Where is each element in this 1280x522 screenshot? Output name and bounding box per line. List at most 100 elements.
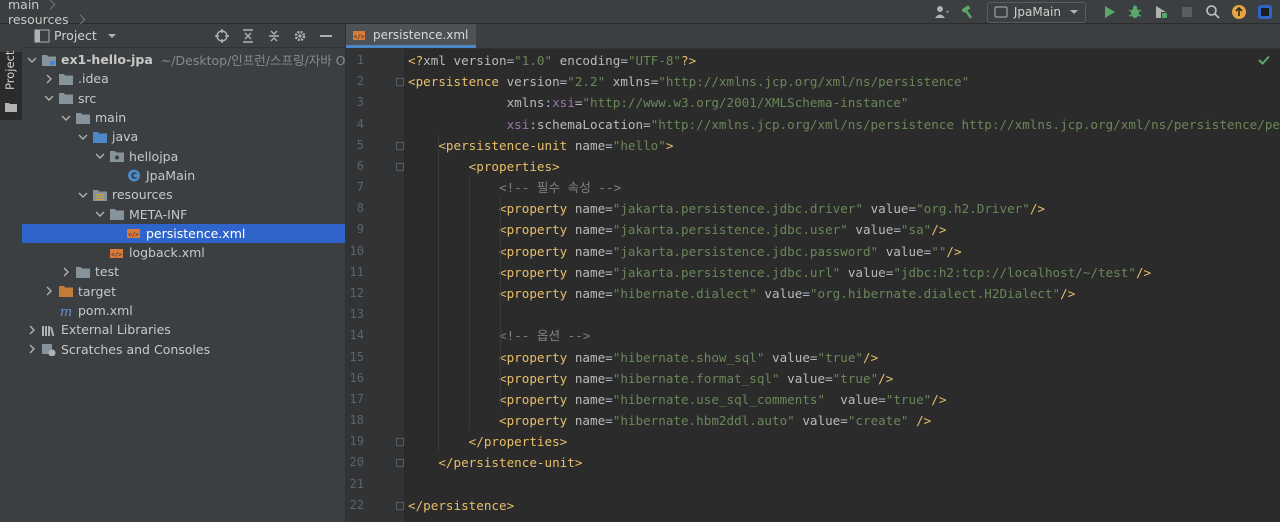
- tree-item[interactable]: src: [22, 89, 345, 108]
- tree-item[interactable]: External Libraries: [22, 320, 345, 339]
- tree-item[interactable]: java: [22, 127, 345, 146]
- code-token: =: [620, 53, 628, 68]
- fold-marker-icon[interactable]: [396, 438, 404, 447]
- collapse-all-icon[interactable]: [264, 25, 284, 47]
- ide-logo-icon[interactable]: [1254, 1, 1276, 23]
- code-line: <persistence-unit name="hello">: [408, 135, 673, 156]
- xml-file-icon: </>: [353, 30, 365, 40]
- tree-item[interactable]: </> persistence.xml: [22, 223, 345, 243]
- code-token: />: [878, 370, 894, 386]
- fold-marker-icon[interactable]: [396, 78, 404, 87]
- code-token: "create": [847, 413, 909, 429]
- code-area[interactable]: <?xml version="1.0" encoding="UTF-8"?> <p…: [404, 49, 1280, 522]
- fold-marker-icon[interactable]: [396, 162, 404, 171]
- chevron-right-icon[interactable]: [43, 285, 55, 297]
- tree-item[interactable]: C JpaMain: [22, 166, 345, 185]
- tree-item[interactable]: m pom.xml: [22, 301, 345, 320]
- build-hammer-icon[interactable]: [957, 1, 979, 23]
- inspection-ok-icon[interactable]: [1258, 55, 1270, 65]
- chevron-right-icon[interactable]: [26, 324, 38, 336]
- line-number: 22: [349, 497, 364, 512]
- chevron-down-icon[interactable]: [94, 150, 106, 162]
- code-token: "": [931, 243, 947, 259]
- search-icon[interactable]: [1202, 1, 1224, 23]
- tool-window-strip: Project: [0, 24, 23, 522]
- tree-item[interactable]: hellojpa: [22, 147, 345, 166]
- tab-persistence-xml[interactable]: </> persistence.xml: [346, 24, 477, 48]
- tree-item[interactable]: META-INF: [22, 204, 345, 223]
- line-number: 15: [349, 349, 364, 364]
- navigation-bar: ex1-hello-jpasrcmainresourcesMETA-INFper…: [0, 0, 1280, 57]
- source-folder-icon: [92, 130, 108, 144]
- code-token: />: [863, 349, 879, 365]
- code-line: xmlns:xsi="http://www.w3.org/2001/XMLSch…: [408, 92, 909, 113]
- chevron-right-icon: [45, 0, 56, 9]
- code-token: =: [643, 116, 651, 132]
- expand-all-icon[interactable]: [238, 25, 258, 47]
- debug-icon[interactable]: [1124, 1, 1146, 23]
- run-icon[interactable]: [1098, 1, 1120, 23]
- code-token: <property: [499, 285, 568, 301]
- tree-item[interactable]: target: [22, 282, 345, 301]
- chevron-down-icon[interactable]: [77, 131, 89, 143]
- chevron-right-icon[interactable]: [43, 73, 55, 85]
- code-token: <property: [499, 222, 568, 238]
- update-icon[interactable]: [1228, 1, 1250, 23]
- code-token: "hibernate.hbm2ddl.auto": [612, 413, 795, 429]
- resources-folder-icon: [92, 188, 108, 202]
- code-token: value: [878, 243, 924, 259]
- fold-marker-icon[interactable]: [396, 501, 404, 510]
- chevron-down-icon[interactable]: [77, 189, 89, 201]
- code-token: value: [756, 285, 803, 301]
- tree-item-label: target: [78, 283, 117, 299]
- code-token: encoding: [552, 53, 621, 68]
- chevron-down-icon[interactable]: [43, 92, 55, 104]
- line-number: 12: [349, 285, 364, 300]
- chevron-right-icon[interactable]: [60, 266, 72, 278]
- tree-item[interactable]: .idea: [22, 69, 345, 88]
- breadcrumb-item[interactable]: main: [0, 0, 125, 12]
- code-token: "hibernate.use_sql_comments": [612, 391, 826, 407]
- tree-item[interactable]: main: [22, 108, 345, 127]
- stop-icon[interactable]: [1176, 1, 1198, 23]
- code-token: =: [809, 349, 818, 365]
- chevron-down-icon[interactable]: [94, 208, 106, 220]
- code-token: =: [893, 222, 901, 238]
- run-configuration-select[interactable]: JpaMain: [986, 1, 1086, 23]
- xml-file-icon: </>: [126, 226, 142, 240]
- project-panel-title[interactable]: Project: [54, 28, 97, 43]
- code-token: =: [605, 285, 613, 301]
- code-token: "http://xmlns.jcp.org/xml/ns/persistence…: [650, 116, 1280, 132]
- code-token: "hello": [612, 137, 666, 153]
- chevron-down-icon[interactable]: [26, 54, 38, 66]
- tree-item[interactable]: ex1-hello-jpa ~/Desktop/인프런/스프링/자바 ORM ..…: [22, 50, 381, 69]
- tree-item[interactable]: Scratches and Consoles: [22, 340, 345, 359]
- chevron-down-icon[interactable]: [107, 32, 117, 40]
- tree-item-label: persistence.xml: [146, 225, 246, 241]
- chevron-right-icon[interactable]: [26, 343, 38, 355]
- tree-item[interactable]: test: [22, 262, 345, 281]
- vcs-user-icon[interactable]: [931, 1, 953, 23]
- hide-panel-icon[interactable]: [316, 25, 336, 47]
- fold-marker-icon[interactable]: [396, 459, 404, 468]
- code-token: =: [605, 222, 613, 238]
- code-token: name: [567, 137, 606, 153]
- fold-marker-icon[interactable]: [396, 141, 404, 150]
- indent-guide: [500, 197, 501, 410]
- tree-item-label: JpaMain: [146, 167, 196, 183]
- gear-icon[interactable]: [290, 25, 310, 47]
- chevron-down-icon[interactable]: [60, 112, 72, 124]
- locate-icon[interactable]: [212, 25, 232, 47]
- project-tool-tab[interactable]: Project: [0, 51, 22, 120]
- tree-item[interactable]: resources: [22, 185, 345, 204]
- code-token: name: [567, 243, 606, 259]
- code-token: :: [544, 95, 553, 111]
- code-token: xmlns: [605, 74, 651, 90]
- code-line: <property name="hibernate.hbm2ddl.auto" …: [408, 410, 931, 431]
- coverage-icon[interactable]: [1150, 1, 1172, 23]
- code-line: <property name="hibernate.show_sql" valu…: [408, 347, 878, 368]
- code-token: "http://www.w3.org/2001/XMLSchema-instan…: [582, 95, 909, 111]
- tree-item-label: src: [78, 90, 97, 106]
- code-token: xmlns: [408, 95, 545, 111]
- tree-item[interactable]: </> logback.xml: [22, 243, 345, 262]
